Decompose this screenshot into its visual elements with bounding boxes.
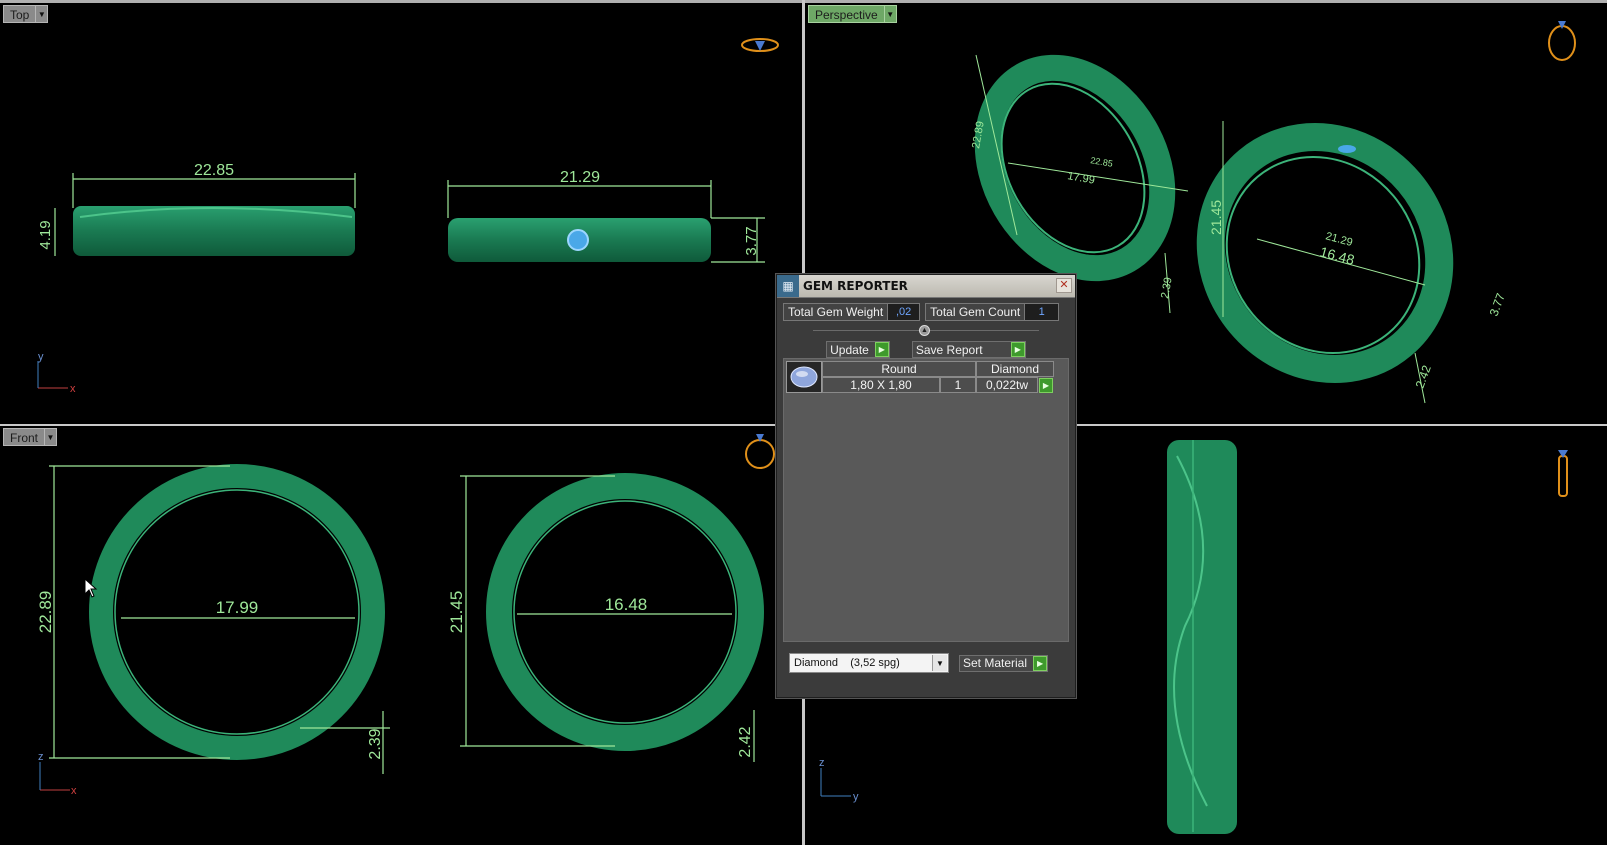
- gem-marker: [567, 229, 589, 251]
- total-gem-weight-label: Total Gem Weight: [788, 305, 884, 319]
- chevron-up-icon[interactable]: ▲: [919, 325, 930, 336]
- right-axis-v: z: [819, 757, 825, 769]
- gem-list: Round Diamond 1,80 X 1,80 1 0,022tw ▶: [783, 358, 1069, 642]
- axis-label-v: y: [38, 351, 44, 363]
- dialog-titlebar[interactable]: ▦ GEM REPORTER ✕: [777, 275, 1075, 298]
- gem-weight: 0,022tw: [976, 377, 1038, 393]
- front-dim-ring1-thick: 2.39: [367, 728, 384, 759]
- right-ring-icon: [1558, 450, 1568, 497]
- play-arrow-icon[interactable]: ▶: [1010, 342, 1025, 357]
- chevron-down-icon[interactable]: ▼: [932, 655, 947, 671]
- top-viewport[interactable]: 22.85 4.19 21.29 3.77 y x Top ▼: [0, 3, 802, 424]
- close-icon[interactable]: ✕: [1056, 278, 1072, 293]
- set-material-button[interactable]: Set Material ▶: [959, 654, 1049, 672]
- top-viewport-label[interactable]: Top ▼: [3, 5, 49, 23]
- ring-side-band: [1167, 440, 1237, 834]
- dialog-title: GEM REPORTER: [803, 279, 908, 293]
- front-viewport-label[interactable]: Front ▼: [3, 428, 58, 446]
- front-axis-v: z: [38, 751, 44, 763]
- top-view-ring-icon: [741, 38, 779, 52]
- axis-label-h: x: [70, 383, 76, 395]
- gem-material-header: Diamond: [976, 361, 1054, 377]
- gem-count: 1: [940, 377, 976, 393]
- gem-reporter-dialog: ▦ GEM REPORTER ✕ Total Gem Weight ,02 To…: [776, 274, 1076, 698]
- persp-dim-r2-height: 3.77: [1487, 291, 1508, 318]
- perspective-ring-icon: [1548, 21, 1576, 61]
- front-dim-ring1-inner: 17.99: [216, 598, 259, 617]
- front-dim-ring2-inner: 16.48: [605, 595, 648, 614]
- viewport-name[interactable]: Front: [3, 428, 45, 446]
- material-select[interactable]: Diamond (3,52 spg) ▼: [789, 653, 949, 673]
- dim-ring2-width: 21.29: [560, 169, 600, 186]
- front-dim-ring1-outer: 22.89: [36, 591, 55, 634]
- front-axis-h: x: [71, 785, 77, 797]
- total-gem-count-label: Total Gem Count: [930, 305, 1021, 319]
- total-gem-weight-field: Total Gem Weight ,02: [783, 303, 921, 321]
- total-gem-count-value: 1: [1024, 304, 1059, 320]
- dim-ring2-height: 3.77: [743, 226, 760, 255]
- persp-dim-r2-outer: 21.45: [1208, 200, 1224, 235]
- persp-dim-r1-inner: 17.99: [1066, 170, 1095, 187]
- set-material-label: Set Material: [963, 656, 1028, 670]
- front-viewport[interactable]: 17.99 22.89 2.39 16.48 21.45 2.42 z x Fr…: [0, 426, 802, 845]
- total-gem-weight-value: ,02: [887, 304, 920, 320]
- front-ring-icon: [745, 434, 775, 469]
- material-select-value: Diamond (3,52 spg): [794, 657, 900, 669]
- front-view-scene: 17.99 22.89 2.39 16.48 21.45 2.42 z x: [36, 434, 775, 797]
- gem-shape-header: Round: [822, 361, 976, 377]
- play-arrow-icon[interactable]: ▶: [874, 342, 889, 357]
- collapse-divider[interactable]: ▲: [813, 325, 1039, 336]
- ring1-persp: [974, 54, 1176, 282]
- persp-dim-r2-thick: 2.42: [1413, 363, 1434, 390]
- round-diamond-icon: [786, 361, 822, 393]
- gem-reporter-app-icon: ▦: [777, 275, 799, 297]
- right-axis-h: y: [853, 791, 859, 803]
- list-item[interactable]: Round Diamond 1,80 X 1,80 1 0,022tw ▶: [786, 361, 1054, 393]
- update-label: Update: [830, 342, 869, 357]
- play-arrow-icon[interactable]: ▶: [1039, 377, 1053, 393]
- persp-dim-r1-thick: 2.39: [1159, 276, 1175, 299]
- play-arrow-icon[interactable]: ▶: [1033, 655, 1048, 671]
- top-view-scene: 22.85 4.19 21.29 3.77 y x: [37, 38, 779, 395]
- chevron-down-icon[interactable]: ▼: [35, 5, 49, 23]
- viewport-name[interactable]: Top: [3, 5, 36, 23]
- chevron-down-icon[interactable]: ▼: [883, 5, 897, 23]
- front-dim-ring2-outer: 21.45: [447, 591, 466, 634]
- dim-ring1-height: 4.19: [37, 220, 54, 249]
- gem-size: 1,80 X 1,80: [822, 377, 940, 393]
- persp-dim-r1-inner2: 22.85: [1090, 155, 1114, 169]
- dim-ring1-width: 22.85: [194, 162, 234, 179]
- front-dim-ring2-thick: 2.42: [737, 726, 754, 757]
- chevron-down-icon[interactable]: ▼: [44, 428, 58, 446]
- save-report-button[interactable]: Save Report ▶: [911, 341, 1026, 358]
- viewport-name[interactable]: Perspective: [808, 5, 884, 23]
- perspective-viewport-label[interactable]: Perspective ▼: [808, 5, 897, 23]
- save-report-label: Save Report: [915, 342, 983, 357]
- update-button[interactable]: Update ▶: [826, 341, 890, 358]
- mouse-cursor-icon: [84, 578, 98, 598]
- total-gem-count-field: Total Gem Count 1: [925, 303, 1060, 321]
